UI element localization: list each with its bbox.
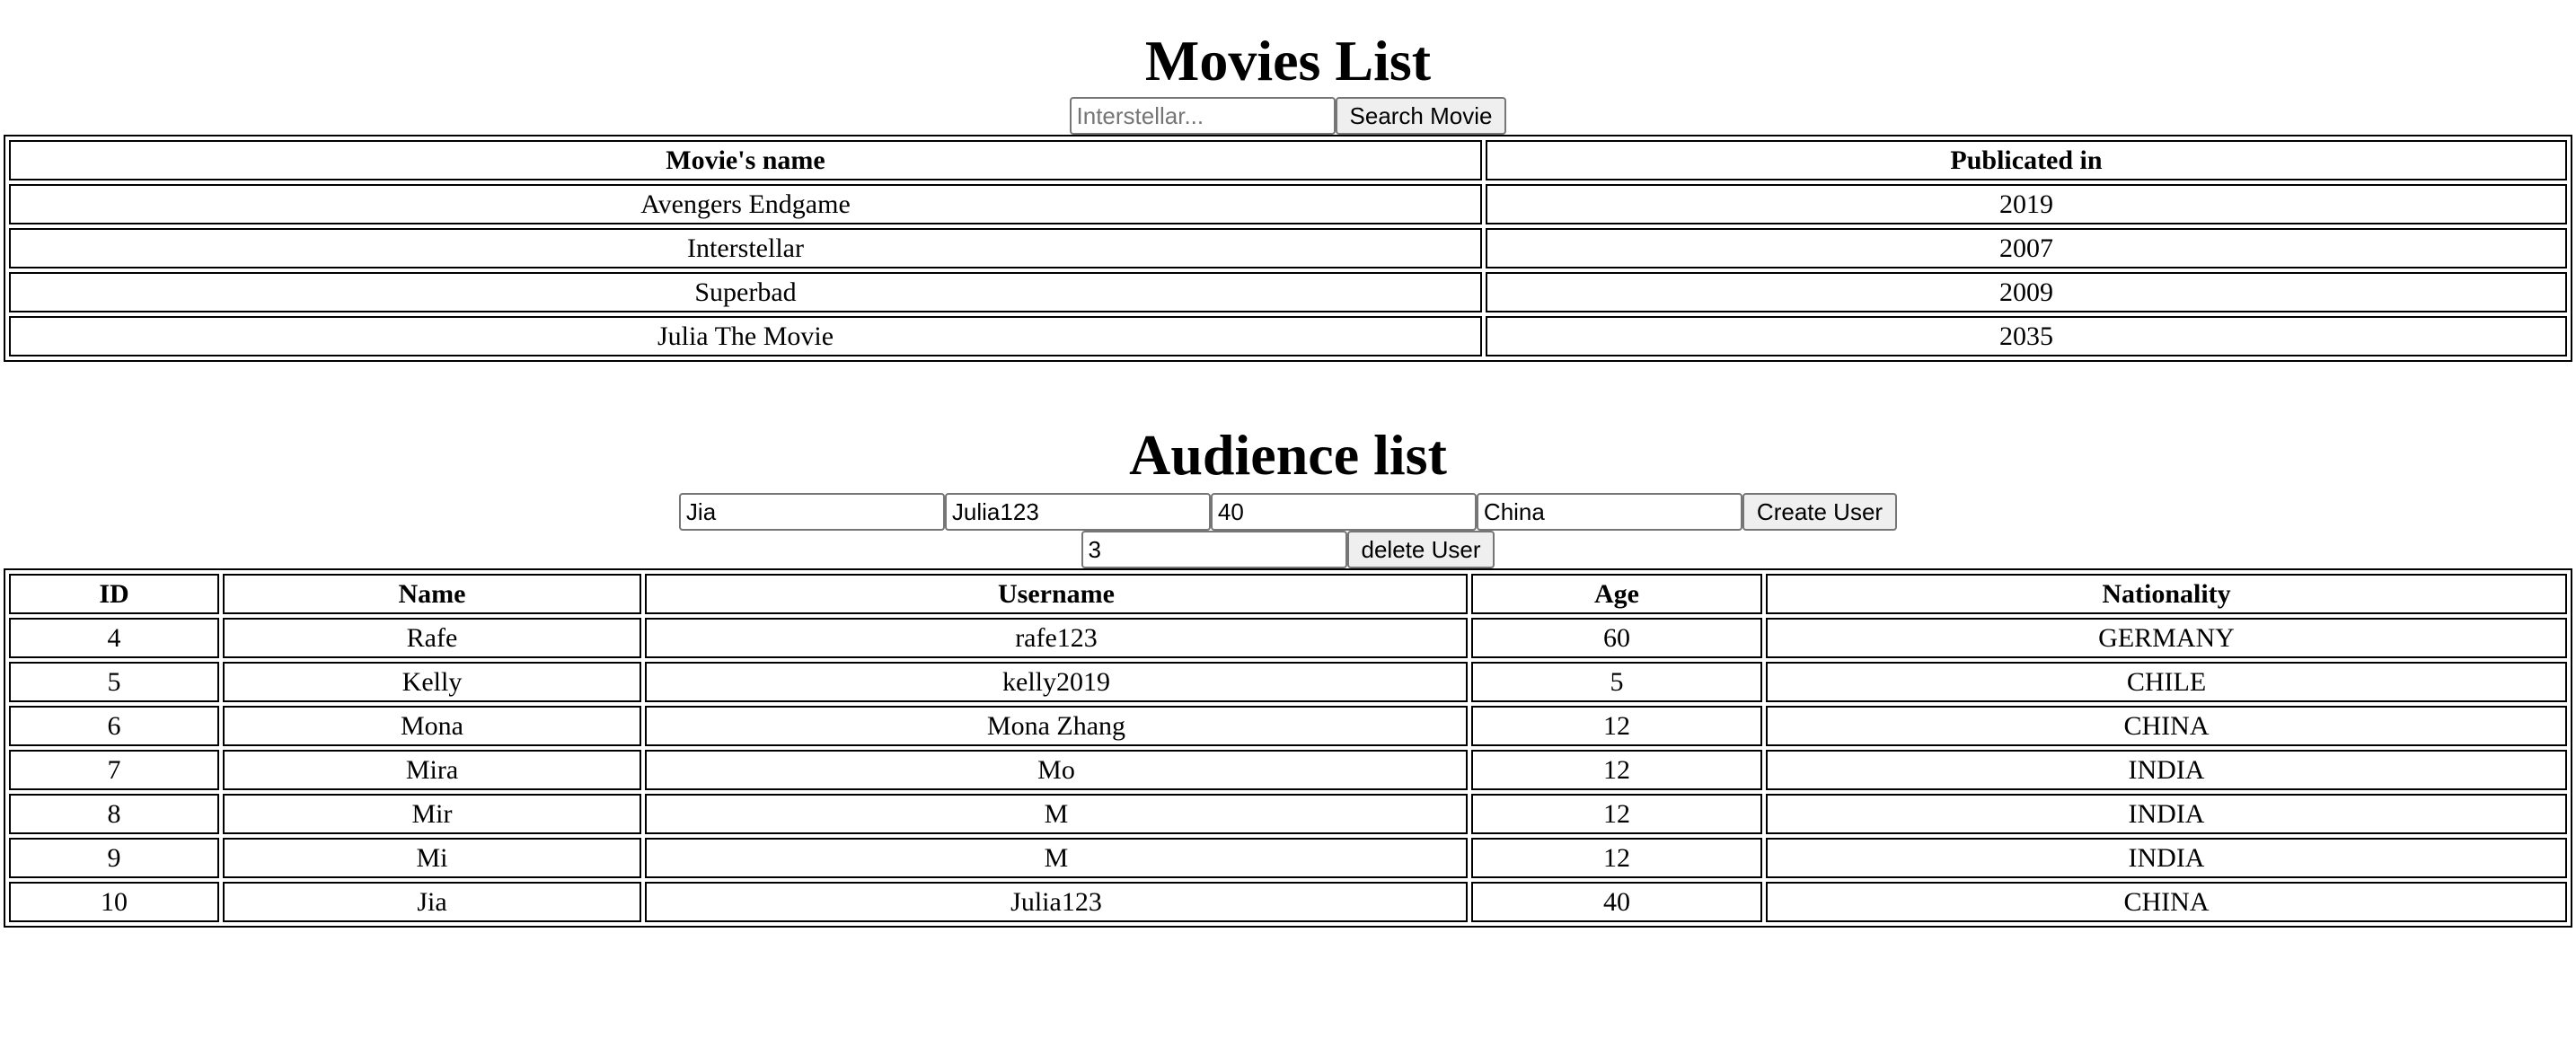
column-header-nationality: Nationality — [1766, 574, 2567, 614]
table-row: 7 Mira Mo 12 INDIA — [9, 750, 2567, 790]
age-input[interactable] — [1210, 493, 1477, 531]
username-input[interactable] — [944, 493, 1211, 531]
name-cell: Jia — [223, 882, 641, 922]
movie-year-cell: 2007 — [1486, 228, 2567, 268]
nationality-cell: GERMANY — [1766, 618, 2567, 658]
movie-search-input[interactable] — [1069, 97, 1336, 135]
username-cell: Mona Zhang — [645, 706, 1468, 746]
movie-name-cell: Interstellar — [9, 228, 1482, 268]
table-header-row: ID Name Username Age Nationality — [9, 574, 2567, 614]
column-header-movie-name: Movie's name — [9, 140, 1482, 180]
nationality-cell: CHINA — [1766, 706, 2567, 746]
nationality-cell: CHINA — [1766, 882, 2567, 922]
column-header-username: Username — [645, 574, 1468, 614]
table-row: 5 Kelly kelly2019 5 CHILE — [9, 662, 2567, 702]
movie-name-cell: Superbad — [9, 272, 1482, 312]
table-row: 10 Jia Julia123 40 CHINA — [9, 882, 2567, 922]
name-cell: Rafe — [223, 618, 641, 658]
movie-search-form: Search Movie — [4, 97, 2572, 135]
movie-name-cell: Julia The Movie — [9, 316, 1482, 356]
column-header-publicated-in: Publicated in — [1486, 140, 2567, 180]
name-cell: Mira — [223, 750, 641, 790]
id-cell: 10 — [9, 882, 219, 922]
table-row: 4 Rafe rafe123 60 GERMANY — [9, 618, 2567, 658]
delete-user-button[interactable]: delete User — [1346, 531, 1495, 568]
name-cell: Mona — [223, 706, 641, 746]
nationality-cell: CHILE — [1766, 662, 2567, 702]
id-cell: 7 — [9, 750, 219, 790]
nationality-cell: INDIA — [1766, 794, 2567, 834]
table-row: 9 Mi M 12 INDIA — [9, 838, 2567, 878]
age-cell: 5 — [1471, 662, 1762, 702]
table-row: Interstellar 2007 — [9, 228, 2567, 268]
table-row: Avengers Endgame 2019 — [9, 184, 2567, 224]
table-row: 8 Mir M 12 INDIA — [9, 794, 2567, 834]
delete-id-input[interactable] — [1081, 531, 1347, 568]
table-row: Superbad 2009 — [9, 272, 2567, 312]
audience-list-title: Audience list — [1129, 423, 1447, 487]
username-cell: Julia123 — [645, 882, 1468, 922]
name-cell: Kelly — [223, 662, 641, 702]
create-user-button[interactable]: Create User — [1742, 493, 1898, 531]
movie-year-cell: 2019 — [1486, 184, 2567, 224]
column-header-name: Name — [223, 574, 641, 614]
id-cell: 9 — [9, 838, 219, 878]
movies-list-title: Movies List — [1144, 29, 1432, 92]
name-cell: Mir — [223, 794, 641, 834]
age-cell: 12 — [1471, 706, 1762, 746]
id-cell: 6 — [9, 706, 219, 746]
audience-table: ID Name Username Age Nationality 4 Rafe … — [4, 568, 2572, 928]
column-header-id: ID — [9, 574, 219, 614]
nationality-input[interactable] — [1476, 493, 1742, 531]
id-cell: 8 — [9, 794, 219, 834]
movie-name-cell: Avengers Endgame — [9, 184, 1482, 224]
username-cell: rafe123 — [645, 618, 1468, 658]
age-cell: 40 — [1471, 882, 1762, 922]
table-header-row: Movie's name Publicated in — [9, 140, 2567, 180]
nationality-cell: INDIA — [1766, 750, 2567, 790]
age-cell: 12 — [1471, 794, 1762, 834]
column-header-age: Age — [1471, 574, 1762, 614]
name-cell: Mi — [223, 838, 641, 878]
table-row: Julia The Movie 2035 — [9, 316, 2567, 356]
age-cell: 60 — [1471, 618, 1762, 658]
movie-year-cell: 2035 — [1486, 316, 2567, 356]
age-cell: 12 — [1471, 838, 1762, 878]
username-cell: Mo — [645, 750, 1468, 790]
username-cell: kelly2019 — [645, 662, 1468, 702]
delete-user-form: delete User — [4, 531, 2572, 568]
username-cell: M — [645, 838, 1468, 878]
movie-year-cell: 2009 — [1486, 272, 2567, 312]
nationality-cell: INDIA — [1766, 838, 2567, 878]
username-cell: M — [645, 794, 1468, 834]
search-movie-button[interactable]: Search Movie — [1335, 97, 1507, 135]
table-row: 6 Mona Mona Zhang 12 CHINA — [9, 706, 2567, 746]
id-cell: 4 — [9, 618, 219, 658]
name-input[interactable] — [678, 493, 945, 531]
movies-table: Movie's name Publicated in Avengers Endg… — [4, 135, 2572, 362]
create-user-form: Create User — [4, 493, 2572, 531]
id-cell: 5 — [9, 662, 219, 702]
age-cell: 12 — [1471, 750, 1762, 790]
